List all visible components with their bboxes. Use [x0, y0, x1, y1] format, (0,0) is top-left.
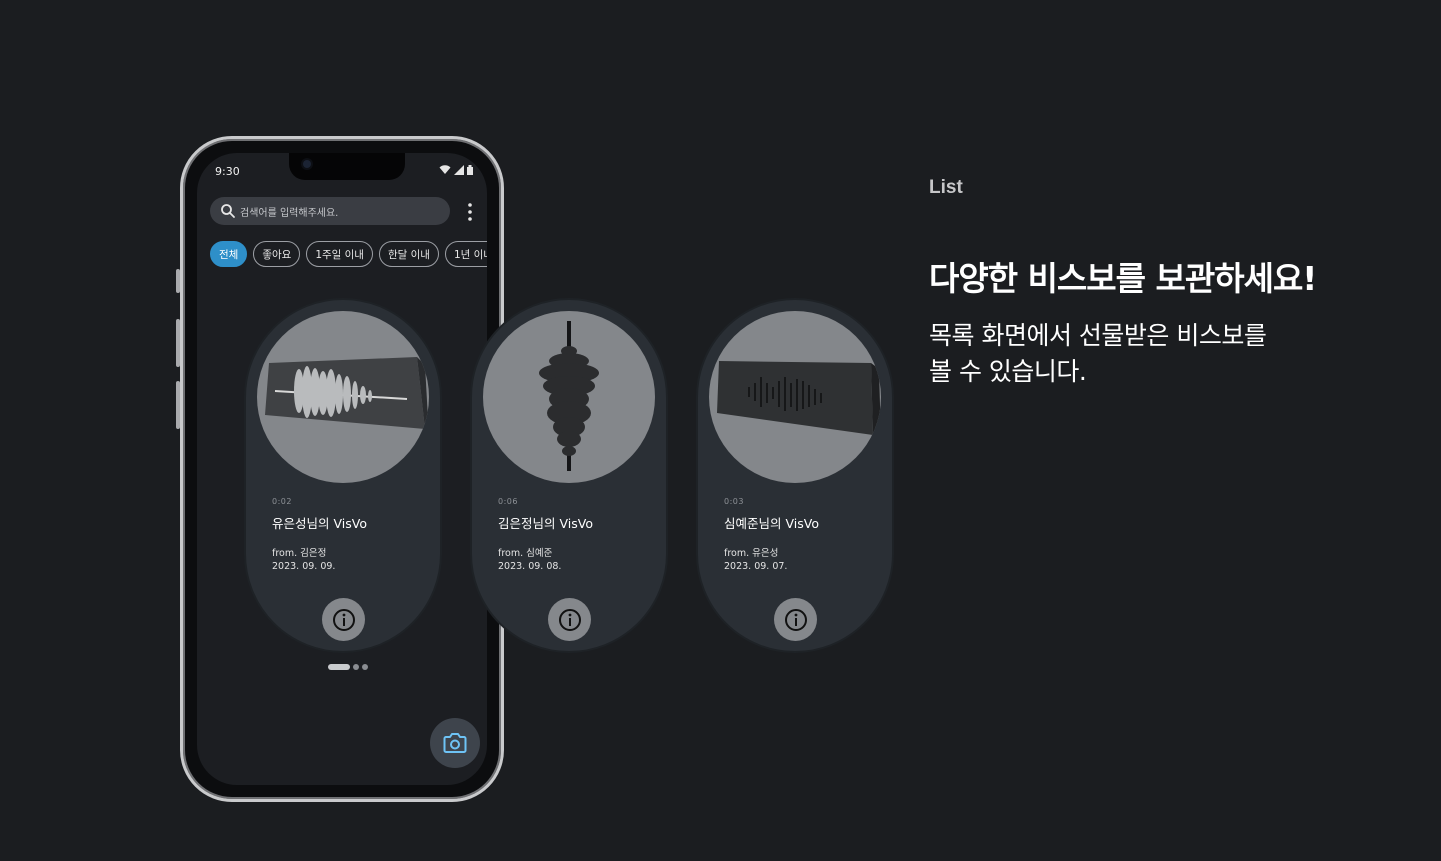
info-button[interactable] [774, 598, 817, 641]
visvo-card[interactable]: 0:03 심예준님의 VisVo from. 유은성 2023. 09. 07. [696, 298, 894, 653]
search-placeholder: 검색어를 입력해주세요. [240, 208, 339, 219]
info-button[interactable] [322, 598, 365, 641]
visvo-card[interactable]: 0:02 유은성님의 VisVo from. 김은정 2023. 09. 09. [244, 298, 442, 653]
wifi-icon [439, 165, 451, 174]
card-duration: 0:02 [272, 497, 292, 506]
info-icon [784, 608, 807, 631]
filter-chip-liked[interactable]: 좋아요 [253, 241, 301, 267]
card-date: 2023. 09. 07. [724, 561, 788, 572]
search-icon [221, 204, 235, 218]
showcase-stage: 9:30 검색어를 입력해주세요. 전체 좋아요 1주일 이내 한달 이내 1년… [0, 0, 1441, 861]
visvo-art-waveform-slab [709, 311, 881, 483]
status-icons [439, 165, 473, 175]
phone-volume-down [176, 381, 180, 429]
filter-chip-all[interactable]: 전체 [210, 241, 248, 267]
status-time: 9:30 [215, 165, 240, 178]
filter-chip-row: 전체 좋아요 1주일 이내 한달 이내 1년 이내 [210, 241, 487, 269]
card-sender: from. 김은정 [272, 548, 327, 559]
signal-icon [454, 165, 464, 175]
card-title: 김은정님의 VisVo [498, 516, 593, 531]
description: 목록 화면에서 선물받은 비스보를 볼 수 있습니다. [929, 318, 1349, 390]
info-icon [558, 608, 581, 631]
headline: 다양한 비스보를 보관하세요! [929, 259, 1317, 298]
page-indicator [328, 664, 368, 670]
card-title: 심예준님의 VisVo [724, 516, 819, 531]
camera-button[interactable] [430, 718, 480, 768]
camera-icon [443, 733, 467, 753]
page-dot-3[interactable] [362, 664, 368, 670]
page-dot-2[interactable] [353, 664, 359, 670]
visvo-art-waveform-box [257, 311, 429, 483]
section-label: List [929, 177, 963, 198]
card-duration: 0:03 [724, 497, 744, 506]
card-sender: from. 유은성 [724, 548, 779, 559]
info-icon [332, 608, 355, 631]
filter-chip-year[interactable]: 1년 이내 [444, 241, 487, 267]
more-vert-icon[interactable] [463, 202, 477, 222]
camera-icon [303, 160, 311, 168]
battery-icon [467, 165, 473, 175]
description-line-2: 볼 수 있습니다. [929, 357, 1087, 386]
visvo-art-spiral-sculpture [483, 311, 655, 483]
card-date: 2023. 09. 08. [498, 561, 562, 572]
card-duration: 0:06 [498, 497, 518, 506]
card-title: 유은성님의 VisVo [272, 516, 367, 531]
card-sender: from. 심예준 [498, 548, 553, 559]
phone-mute-switch [176, 269, 180, 293]
filter-chip-week[interactable]: 1주일 이내 [306, 241, 373, 267]
description-line-1: 목록 화면에서 선물받은 비스보를 [929, 321, 1267, 350]
phone-volume-up [176, 319, 180, 367]
card-date: 2023. 09. 09. [272, 561, 336, 572]
visvo-card[interactable]: 0:06 김은정님의 VisVo from. 심예준 2023. 09. 08. [470, 298, 668, 653]
search-input[interactable]: 검색어를 입력해주세요. [210, 197, 450, 225]
info-button[interactable] [548, 598, 591, 641]
filter-chip-month[interactable]: 한달 이내 [378, 241, 439, 267]
phone-notch [289, 153, 405, 180]
page-dot-1[interactable] [328, 664, 350, 670]
